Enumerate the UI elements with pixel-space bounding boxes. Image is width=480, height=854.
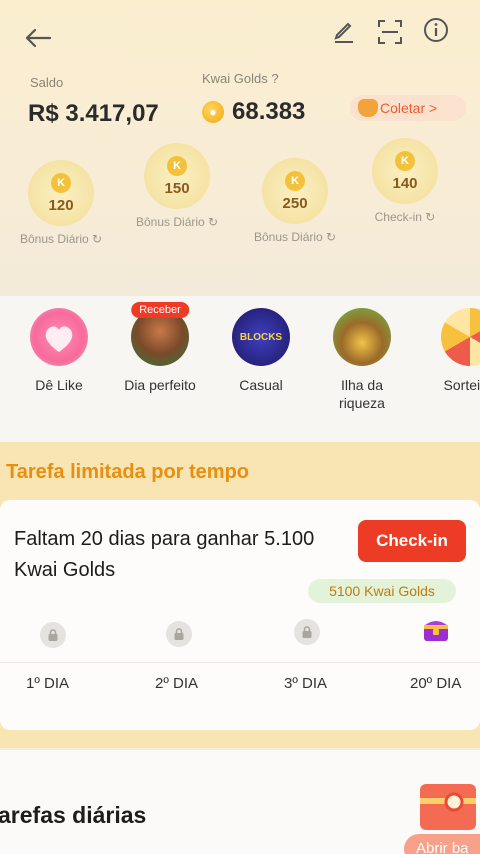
reward-pill: 5100 Kwai Golds bbox=[308, 579, 456, 603]
scan-icon[interactable] bbox=[374, 16, 406, 48]
balance-value: R$ 3.417,07 bbox=[28, 100, 159, 127]
bonus-amount: 120 bbox=[48, 196, 74, 214]
kwai-coin-icon: K bbox=[285, 170, 306, 191]
coin-bag-icon bbox=[358, 99, 378, 117]
lucky-wheel-icon bbox=[441, 308, 480, 366]
shortcut-sorteio[interactable]: Sorteio ( bbox=[410, 308, 480, 394]
bonus-caption: Bônus Diário ↻ bbox=[20, 232, 103, 246]
checkin-button[interactable]: Check-in bbox=[358, 520, 466, 562]
lock-icon bbox=[294, 619, 320, 645]
shortcut-label: Dê Like bbox=[35, 377, 83, 393]
day-label: 1º DIA bbox=[26, 675, 69, 692]
gold-coin-icon: ● bbox=[202, 101, 224, 123]
edit-icon[interactable] bbox=[328, 16, 360, 48]
collect-button[interactable]: Coletar > bbox=[350, 95, 466, 121]
bonus-item[interactable]: K 120 Bônus Diário ↻ bbox=[20, 160, 102, 246]
bonus-item[interactable]: K 250 Bônus Diário ↻ bbox=[254, 158, 336, 244]
heart-icon bbox=[30, 308, 88, 366]
bonus-caption: Bônus Diário ↻ bbox=[136, 215, 219, 229]
bonus-coin-circle: K 120 bbox=[28, 160, 95, 226]
bonus-amount: 250 bbox=[282, 194, 308, 212]
kwai-coin-icon: K bbox=[167, 155, 188, 176]
shortcut-ilha-riqueza[interactable]: Ilha da riqueza bbox=[314, 308, 410, 412]
bonus-amount: 140 bbox=[392, 174, 418, 192]
bonus-amount: 150 bbox=[164, 179, 190, 197]
kwai-coin-icon: K bbox=[395, 150, 415, 171]
golds-label[interactable]: Kwai Golds ? bbox=[202, 71, 279, 86]
shortcut-label: Ilha da riqueza bbox=[339, 377, 385, 411]
daily-tasks-title: arefas diárias bbox=[0, 802, 147, 828]
shortcut-row: Dê Like Receber Dia perfeito BLOCKS Casu… bbox=[0, 296, 480, 442]
lock-icon bbox=[40, 622, 66, 648]
open-box-button[interactable]: Abrir ba bbox=[404, 834, 480, 854]
shortcut-label: Sorteio ( bbox=[443, 377, 480, 393]
shortcut-label: Casual bbox=[239, 377, 283, 393]
bonus-caption: Check-in ↻ bbox=[374, 210, 436, 224]
lock-icon bbox=[166, 621, 192, 647]
golds-value-row: ● 68.383 bbox=[202, 98, 305, 126]
kwai-coin-icon: K bbox=[51, 172, 72, 193]
blocks-game-icon: BLOCKS bbox=[232, 308, 290, 366]
bonus-coin-circle: K 150 bbox=[144, 143, 211, 209]
collect-label: Coletar > bbox=[380, 100, 438, 116]
treasure-chest-icon bbox=[333, 308, 391, 366]
golds-value: 68.383 bbox=[232, 98, 306, 125]
shortcut-dia-perfeito[interactable]: Receber Dia perfeito bbox=[112, 302, 208, 394]
day-label: 3º DIA bbox=[284, 675, 327, 692]
bonus-coin-circle: K 250 bbox=[262, 158, 329, 224]
bonus-caption: Bônus Diário ↻ bbox=[254, 230, 337, 244]
back-arrow-icon[interactable] bbox=[22, 22, 54, 54]
bonus-coin-circle: K 140 bbox=[372, 138, 438, 204]
treasure-box-icon bbox=[420, 616, 452, 644]
bonus-item[interactable]: K 140 Check-in ↻ bbox=[372, 138, 438, 224]
chest-icon[interactable] bbox=[416, 776, 480, 834]
task-description: Faltam 20 dias para ganhar 5.100 Kwai Go… bbox=[14, 528, 315, 581]
divider bbox=[0, 662, 480, 663]
day-label: 20º DIA bbox=[410, 675, 462, 692]
game-avatar-image: Receber bbox=[131, 302, 189, 366]
shortcut-de-like[interactable]: Dê Like bbox=[11, 308, 107, 394]
shortcut-label: Dia perfeito bbox=[124, 377, 196, 393]
bonus-item[interactable]: K 150 Bônus Diário ↻ bbox=[136, 143, 218, 229]
balance-label: Saldo bbox=[30, 75, 64, 90]
blocks-logo-text: BLOCKS bbox=[239, 331, 283, 343]
top-bar bbox=[0, 14, 480, 58]
info-icon[interactable] bbox=[420, 14, 452, 46]
day-label: 2º DIA bbox=[155, 675, 198, 692]
limited-task-title: Tarefa limitada por tempo bbox=[6, 461, 250, 483]
shortcut-casual[interactable]: BLOCKS Casual bbox=[213, 308, 309, 394]
receive-badge[interactable]: Receber bbox=[131, 302, 189, 318]
